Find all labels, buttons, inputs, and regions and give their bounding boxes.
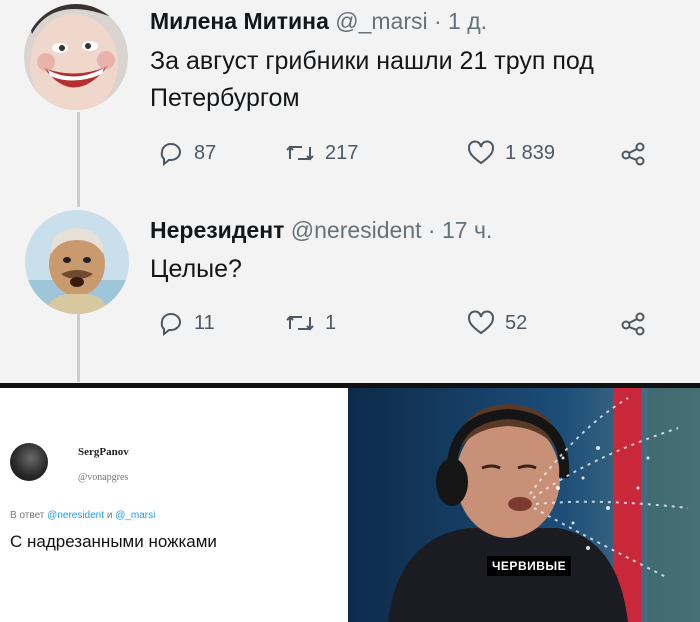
tweet-text-line: За август грибники нашли 21 труп под — [150, 47, 594, 75]
tweet-text-line: Петербургом — [150, 84, 300, 112]
like-button[interactable]: 1 839 — [467, 140, 555, 166]
reply-to-line: В ответ @neresident и @_marsi — [10, 510, 155, 521]
like-icon — [468, 310, 494, 335]
reply-to-prefix: В ответ — [10, 510, 45, 521]
reply-text: С надрезанными ножками — [10, 532, 217, 551]
reply-to-and: и — [106, 510, 113, 521]
reply-button[interactable]: 11 — [158, 310, 215, 336]
meme-caption: ЧЕРВИВЫЕ — [487, 556, 572, 576]
author-handle[interactable]: @neresident — [291, 217, 422, 243]
thread-line — [77, 312, 80, 382]
tweet-text: За август грибники нашли 21 труп под Пет… — [150, 43, 594, 117]
tweet-text-line: Целые? — [150, 255, 242, 283]
tweet-actions: 11 1 52 — [150, 310, 670, 340]
retweet-button[interactable]: 217 — [285, 140, 358, 166]
thread-line — [77, 112, 80, 207]
avatar[interactable] — [25, 210, 129, 314]
like-icon — [468, 140, 494, 165]
like-count: 52 — [505, 311, 528, 334]
reply-count: 87 — [194, 141, 217, 164]
reply-to-user[interactable]: @_marsi — [115, 510, 155, 521]
retweet-button[interactable]: 1 — [285, 310, 336, 336]
retweet-count: 217 — [325, 141, 359, 164]
share-button[interactable] — [620, 310, 648, 336]
author-name[interactable]: Милена Митина — [150, 8, 329, 34]
reply-count: 11 — [194, 311, 215, 334]
tweet-time[interactable]: · 1 д. — [434, 8, 487, 34]
avatar[interactable] — [10, 443, 48, 481]
tweet-actions: 87 217 1 839 — [150, 140, 670, 170]
author-handle[interactable]: @vonapgres — [78, 472, 128, 483]
meme-image — [348, 388, 700, 622]
avatar[interactable] — [24, 4, 128, 110]
author-name[interactable]: Нерезидент — [150, 217, 284, 243]
author-name[interactable]: SergPanov — [78, 446, 129, 458]
like-button[interactable]: 52 — [467, 310, 527, 336]
tweet-header: Нерезидент @neresident · 17 ч. — [150, 217, 492, 244]
share-button[interactable] — [620, 140, 648, 166]
tweet-text: Целые? — [150, 251, 242, 288]
like-count: 1 839 — [505, 141, 556, 164]
reply-icon — [160, 143, 181, 166]
author-handle[interactable]: @_marsi — [335, 8, 427, 34]
retweet-icon — [286, 315, 314, 331]
reply-button[interactable]: 87 — [158, 140, 216, 166]
reply-card: SergPanov @vonapgres В ответ @neresident… — [0, 388, 348, 622]
retweet-icon — [286, 145, 314, 161]
share-icon — [621, 142, 645, 166]
reply-to-user[interactable]: @neresident — [47, 510, 104, 521]
tweet-time[interactable]: · 17 ч. — [428, 217, 492, 243]
reply-icon — [160, 313, 181, 336]
retweet-count: 1 — [325, 311, 337, 334]
tweet-header: Милена Митина @_marsi · 1 д. — [150, 8, 487, 35]
share-icon — [621, 312, 645, 336]
